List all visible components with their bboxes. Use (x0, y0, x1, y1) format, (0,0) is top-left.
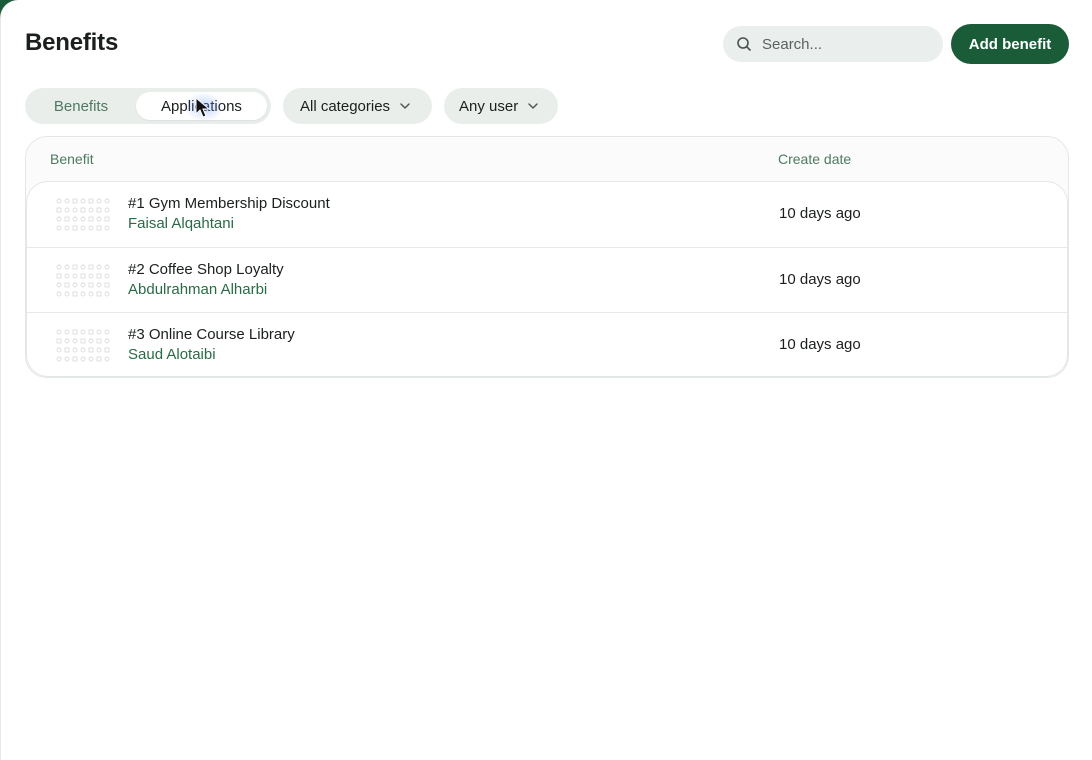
tab-benefits[interactable]: Benefits (29, 92, 133, 120)
benefit-name: #3 Online Course Library (128, 326, 295, 343)
table-row[interactable]: #1 Gym Membership Discount Faisal Alqaht… (27, 182, 1067, 247)
table-row[interactable]: #3 Online Course Library Saud Alotaibi 1… (27, 312, 1067, 376)
search-icon (737, 37, 751, 51)
page-title: Benefits (25, 29, 119, 56)
user-filter-dropdown[interactable]: Any user (444, 88, 558, 124)
chevron-down-icon (400, 103, 410, 109)
applicant-name[interactable]: Abdulrahman Alharbi (128, 281, 267, 298)
benefit-name: #2 Coffee Shop Loyalty (128, 261, 284, 278)
category-filter-dropdown[interactable]: All categories (283, 88, 432, 124)
table-body: #1 Gym Membership Discount Faisal Alqaht… (26, 181, 1068, 377)
view-toggle: Benefits Applications (25, 88, 271, 124)
user-filter-label: Any user (459, 97, 519, 115)
search-box[interactable] (723, 26, 943, 62)
column-header-benefit[interactable]: Benefit (50, 151, 94, 167)
benefit-name: #1 Gym Membership Discount (128, 195, 330, 212)
add-benefit-button[interactable]: Add benefit (951, 24, 1069, 64)
table-row[interactable]: #2 Coffee Shop Loyalty Abdulrahman Alhar… (27, 247, 1067, 312)
create-date: 10 days ago (779, 336, 861, 353)
benefit-thumbnail-icon (56, 329, 110, 362)
mouse-cursor-icon (195, 97, 211, 118)
applications-table: Benefit Create date #1 Gym Membership Di… (25, 136, 1069, 378)
create-date: 10 days ago (779, 205, 861, 222)
benefit-thumbnail-icon (56, 198, 110, 231)
chevron-down-icon (528, 103, 538, 109)
applicant-name[interactable]: Saud Alotaibi (128, 346, 216, 363)
benefit-thumbnail-icon (56, 264, 110, 297)
search-input[interactable] (760, 34, 934, 54)
category-filter-label: All categories (300, 97, 391, 115)
benefits-page: Benefits Add benefit Benefits Applicatio… (0, 0, 1092, 760)
column-header-create-date[interactable]: Create date (778, 151, 851, 167)
applicant-name[interactable]: Faisal Alqahtani (128, 215, 234, 232)
create-date: 10 days ago (779, 271, 861, 288)
